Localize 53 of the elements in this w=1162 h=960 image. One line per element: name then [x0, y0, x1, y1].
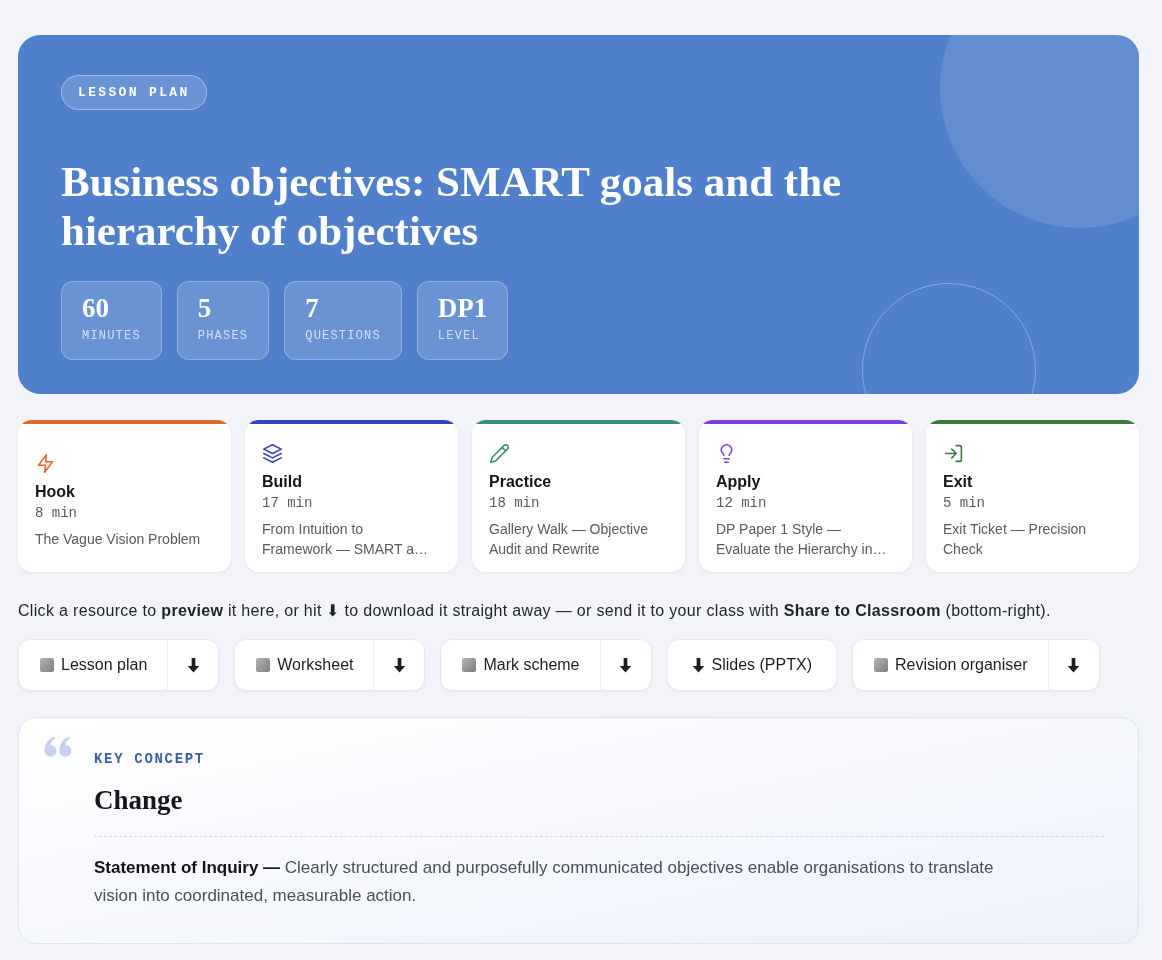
stat-label: QUESTIONS	[305, 328, 381, 344]
resource-preview-button[interactable]: Worksheet	[235, 640, 374, 690]
resource-preview-button[interactable]: Mark scheme	[441, 640, 600, 690]
down-arrow-icon	[393, 657, 406, 673]
phase-title: Apply	[716, 471, 762, 492]
stat-value: DP1	[437, 293, 488, 323]
down-arrow-icon	[619, 657, 632, 673]
square-icon	[40, 658, 54, 672]
stat-value: 7	[305, 293, 320, 323]
quote-icon	[44, 736, 72, 757]
down-arrow-icon	[691, 657, 705, 673]
down-arrow-icon	[186, 657, 200, 673]
square-icon	[874, 658, 888, 672]
phase-card[interactable]: Apply 12 min DP Paper 1 Style — Evaluate the Hierarchy in…	[699, 420, 912, 572]
square-icon	[256, 658, 271, 672]
down-arrow-icon	[1067, 657, 1080, 673]
enter-arrow-icon	[943, 442, 964, 464]
square-icon	[462, 658, 477, 672]
phase-duration: 17 min	[262, 493, 314, 513]
lesson-title: Business objectives: SMART goals and the hierarchy of objectives	[61, 157, 843, 255]
phase-duration: 5 min	[943, 493, 986, 513]
pencil-icon	[489, 442, 510, 464]
phase-description: Exit Ticket — Precision Check	[943, 519, 1088, 559]
stat-label: PHASES	[197, 328, 249, 344]
instructions-text: Click a resource to preview it here, or hit ⬇ to download it straight away — or send it to your class with Share to Classroom (bottom-right).	[18, 601, 1052, 621]
key-concept-label: KEY CONCEPT	[94, 750, 206, 769]
phase-duration: 8 min	[35, 503, 78, 523]
phase-card[interactable]: Exit 5 min Exit Ticket — Precision Check	[926, 420, 1139, 572]
statement-of-inquiry: Statement of Inquiry — Clearly structured and purposefully communicated objectives enable organisations to translate vision into coordinated, measurable action.	[94, 857, 995, 907]
stat-label: MINUTES	[82, 328, 141, 344]
phase-card[interactable]: Hook 8 min The Vague Vision Problem	[18, 420, 231, 572]
phase-duration: 12 min	[716, 493, 768, 513]
phase-card[interactable]: Build 17 min From Intuition to Framework — SMART a…	[245, 420, 458, 572]
phase-title: Hook	[35, 481, 76, 502]
key-concept-title: Change	[94, 784, 184, 816]
phase-description: DP Paper 1 Style — Evaluate the Hierarchy in…	[716, 519, 888, 559]
resource-preview-button[interactable]: Revision organiser	[853, 640, 1048, 690]
layers-icon	[262, 442, 283, 464]
phase-title: Practice	[489, 471, 553, 492]
phase-card[interactable]: Practice 18 min Gallery Walk — Objective Audit and Rewrite	[472, 420, 685, 572]
stat-label: LEVEL	[437, 328, 481, 344]
stat-value: 60	[82, 293, 110, 323]
phase-description: Gallery Walk — Objective Audit and Rewrite	[489, 519, 649, 559]
phase-title: Exit	[943, 471, 974, 492]
phase-description: The Vague Vision Problem	[35, 529, 202, 549]
phase-description: From Intuition to Framework — SMART a…	[262, 519, 429, 559]
lightning-icon	[35, 452, 56, 474]
phase-title: Build	[262, 471, 303, 492]
stat-value: 5	[197, 293, 213, 323]
resource-preview-button[interactable]: Lesson plan	[19, 640, 168, 690]
phase-duration: 18 min	[489, 493, 541, 513]
lesson-plan-badge: LESSON PLAN	[61, 75, 207, 110]
download-button[interactable]: Slides (PPTX)	[666, 639, 837, 691]
